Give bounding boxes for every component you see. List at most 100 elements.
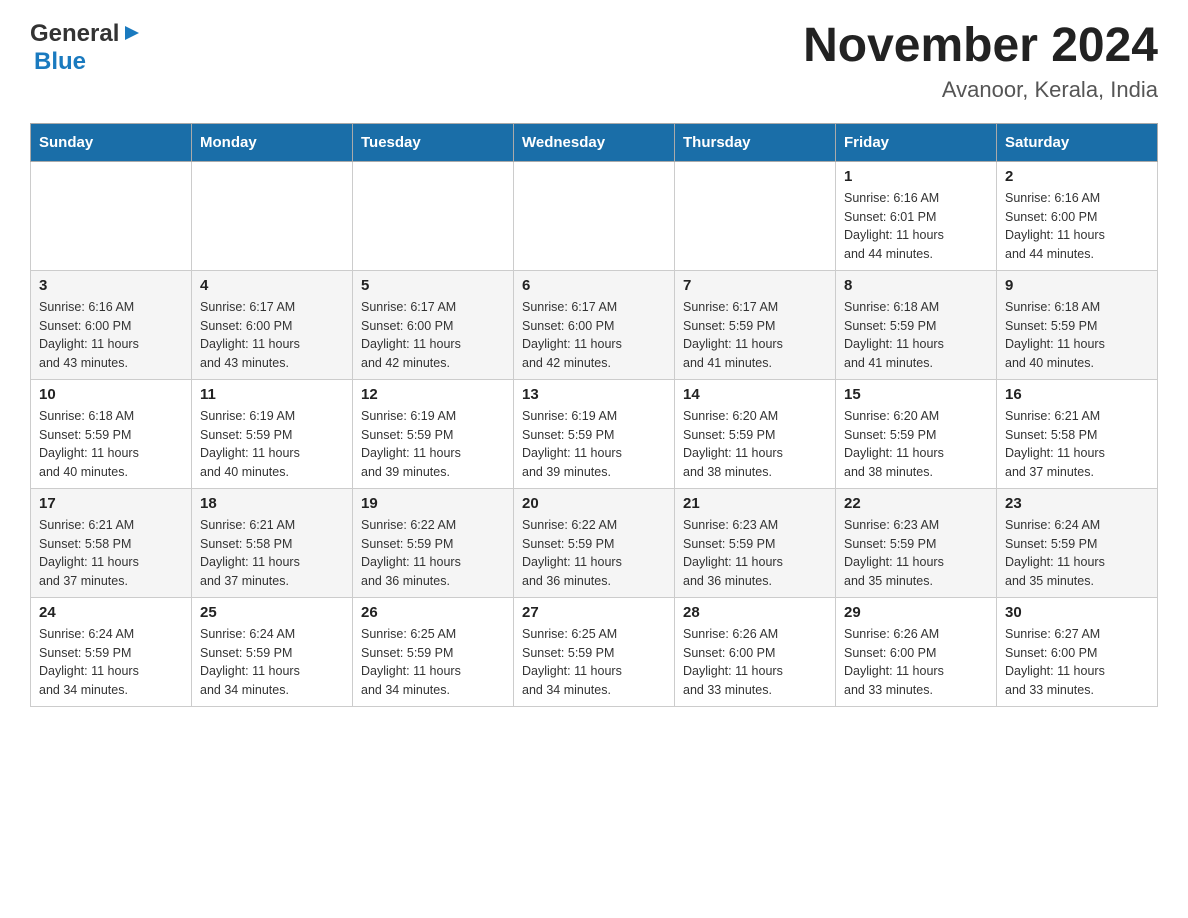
day-info: Sunrise: 6:16 AMSunset: 6:00 PMDaylight:… — [1005, 189, 1149, 264]
calendar-cell — [192, 161, 353, 270]
calendar-header-monday: Monday — [192, 123, 353, 161]
month-title: November 2024 — [803, 20, 1158, 73]
calendar-cell: 1 Sunrise: 6:16 AMSunset: 6:01 PMDaylight… — [836, 161, 997, 270]
calendar-cell: 13 Sunrise: 6:19 AMSunset: 5:59 PMDayligh… — [514, 379, 675, 488]
calendar-cell: 14 Sunrise: 6:20 AMSunset: 5:59 PMDayligh… — [675, 379, 836, 488]
day-info: Sunrise: 6:26 AMSunset: 6:00 PMDaylight:… — [844, 625, 988, 700]
day-info: Sunrise: 6:24 AMSunset: 5:59 PMDaylight:… — [200, 625, 344, 700]
calendar-cell: 26Sunrise: 6:25 AMSunset: 5:59 PMDayligh… — [353, 597, 514, 706]
page-header: General Blue November 2024 Avanoor, Kera… — [30, 20, 1158, 103]
calendar-cell: 12 Sunrise: 6:19 AMSunset: 5:59 PMDayligh… — [353, 379, 514, 488]
day-info: Sunrise: 6:19 AMSunset: 5:59 PMDaylight:… — [522, 407, 666, 482]
calendar-cell: 15 Sunrise: 6:20 AMSunset: 5:59 PMDayligh… — [836, 379, 997, 488]
day-number: 28 — [683, 604, 827, 621]
day-info: Sunrise: 6:20 AMSunset: 5:59 PMDaylight:… — [683, 407, 827, 482]
calendar-cell: 22 Sunrise: 6:23 AMSunset: 5:59 PMDayligh… — [836, 488, 997, 597]
day-number: 5 — [361, 277, 505, 294]
calendar-cell: 10Sunrise: 6:18 AMSunset: 5:59 PMDayligh… — [31, 379, 192, 488]
day-info: Sunrise: 6:18 AMSunset: 5:59 PMDaylight:… — [844, 298, 988, 373]
day-number: 15 — [844, 386, 988, 403]
calendar-cell: 16 Sunrise: 6:21 AMSunset: 5:58 PMDayligh… — [997, 379, 1158, 488]
title-section: November 2024 Avanoor, Kerala, India — [803, 20, 1158, 103]
calendar-cell: 7Sunrise: 6:17 AMSunset: 5:59 PMDaylight… — [675, 270, 836, 379]
day-info: Sunrise: 6:25 AMSunset: 5:59 PMDaylight:… — [522, 625, 666, 700]
calendar-cell: 29 Sunrise: 6:26 AMSunset: 6:00 PMDayligh… — [836, 597, 997, 706]
calendar-cell: 8 Sunrise: 6:18 AMSunset: 5:59 PMDaylight… — [836, 270, 997, 379]
calendar-cell: 19Sunrise: 6:22 AMSunset: 5:59 PMDayligh… — [353, 488, 514, 597]
day-info: Sunrise: 6:21 AMSunset: 5:58 PMDaylight:… — [1005, 407, 1149, 482]
day-number: 17 — [39, 495, 183, 512]
day-number: 2 — [1005, 168, 1149, 185]
day-number: 24 — [39, 604, 183, 621]
day-info: Sunrise: 6:16 AMSunset: 6:00 PMDaylight:… — [39, 298, 183, 373]
calendar-cell: 2 Sunrise: 6:16 AMSunset: 6:00 PMDaylight… — [997, 161, 1158, 270]
day-info: Sunrise: 6:20 AMSunset: 5:59 PMDaylight:… — [844, 407, 988, 482]
day-number: 13 — [522, 386, 666, 403]
day-info: Sunrise: 6:18 AMSunset: 5:59 PMDaylight:… — [39, 407, 183, 482]
calendar-cell: 3 Sunrise: 6:16 AMSunset: 6:00 PMDaylight… — [31, 270, 192, 379]
day-number: 29 — [844, 604, 988, 621]
day-info: Sunrise: 6:21 AMSunset: 5:58 PMDaylight:… — [200, 516, 344, 591]
calendar-week-3: 10Sunrise: 6:18 AMSunset: 5:59 PMDayligh… — [31, 379, 1158, 488]
day-number: 8 — [844, 277, 988, 294]
calendar-cell: 28 Sunrise: 6:26 AMSunset: 6:00 PMDayligh… — [675, 597, 836, 706]
calendar-cell: 25 Sunrise: 6:24 AMSunset: 5:59 PMDayligh… — [192, 597, 353, 706]
day-number: 16 — [1005, 386, 1149, 403]
calendar-header-saturday: Saturday — [997, 123, 1158, 161]
calendar-cell: 9Sunrise: 6:18 AMSunset: 5:59 PMDaylight… — [997, 270, 1158, 379]
day-number: 14 — [683, 386, 827, 403]
day-number: 11 — [200, 386, 344, 403]
day-info: Sunrise: 6:22 AMSunset: 5:59 PMDaylight:… — [522, 516, 666, 591]
day-number: 19 — [361, 495, 505, 512]
day-number: 6 — [522, 277, 666, 294]
day-number: 21 — [683, 495, 827, 512]
day-number: 20 — [522, 495, 666, 512]
calendar-cell — [675, 161, 836, 270]
day-number: 27 — [522, 604, 666, 621]
calendar-cell: 23 Sunrise: 6:24 AMSunset: 5:59 PMDayligh… — [997, 488, 1158, 597]
day-number: 26 — [361, 604, 505, 621]
calendar-cell: 6 Sunrise: 6:17 AMSunset: 6:00 PMDaylight… — [514, 270, 675, 379]
day-number: 1 — [844, 168, 988, 185]
day-number: 22 — [844, 495, 988, 512]
calendar-cell — [353, 161, 514, 270]
day-info: Sunrise: 6:17 AMSunset: 6:00 PMDaylight:… — [361, 298, 505, 373]
calendar-cell — [514, 161, 675, 270]
calendar-cell: 11 Sunrise: 6:19 AMSunset: 5:59 PMDayligh… — [192, 379, 353, 488]
location-subtitle: Avanoor, Kerala, India — [803, 77, 1158, 103]
day-info: Sunrise: 6:17 AMSunset: 6:00 PMDaylight:… — [200, 298, 344, 373]
day-info: Sunrise: 6:27 AMSunset: 6:00 PMDaylight:… — [1005, 625, 1149, 700]
day-info: Sunrise: 6:23 AMSunset: 5:59 PMDaylight:… — [844, 516, 988, 591]
logo-general-text: General — [30, 20, 119, 48]
day-info: Sunrise: 6:19 AMSunset: 5:59 PMDaylight:… — [200, 407, 344, 482]
calendar-week-5: 24 Sunrise: 6:24 AMSunset: 5:59 PMDayligh… — [31, 597, 1158, 706]
calendar-table: SundayMondayTuesdayWednesdayThursdayFrid… — [30, 123, 1158, 707]
day-info: Sunrise: 6:16 AMSunset: 6:01 PMDaylight:… — [844, 189, 988, 264]
calendar-cell: 20 Sunrise: 6:22 AMSunset: 5:59 PMDayligh… — [514, 488, 675, 597]
calendar-header-tuesday: Tuesday — [353, 123, 514, 161]
day-info: Sunrise: 6:19 AMSunset: 5:59 PMDaylight:… — [361, 407, 505, 482]
day-number: 12 — [361, 386, 505, 403]
calendar-cell: 27 Sunrise: 6:25 AMSunset: 5:59 PMDayligh… — [514, 597, 675, 706]
day-info: Sunrise: 6:17 AMSunset: 6:00 PMDaylight:… — [522, 298, 666, 373]
calendar-cell: 18Sunrise: 6:21 AMSunset: 5:58 PMDayligh… — [192, 488, 353, 597]
calendar-header-wednesday: Wednesday — [514, 123, 675, 161]
day-number: 3 — [39, 277, 183, 294]
day-number: 23 — [1005, 495, 1149, 512]
calendar-cell — [31, 161, 192, 270]
logo-triangle-icon — [121, 24, 139, 47]
calendar-cell: 17 Sunrise: 6:21 AMSunset: 5:58 PMDayligh… — [31, 488, 192, 597]
calendar-header-sunday: Sunday — [31, 123, 192, 161]
day-info: Sunrise: 6:24 AMSunset: 5:59 PMDaylight:… — [1005, 516, 1149, 591]
day-info: Sunrise: 6:26 AMSunset: 6:00 PMDaylight:… — [683, 625, 827, 700]
calendar-header-row: SundayMondayTuesdayWednesdayThursdayFrid… — [31, 123, 1158, 161]
day-number: 25 — [200, 604, 344, 621]
logo: General Blue — [30, 20, 139, 76]
calendar-week-4: 17 Sunrise: 6:21 AMSunset: 5:58 PMDayligh… — [31, 488, 1158, 597]
calendar-cell: 24Sunrise: 6:24 AMSunset: 5:59 PMDayligh… — [31, 597, 192, 706]
day-number: 30 — [1005, 604, 1149, 621]
day-info: Sunrise: 6:17 AMSunset: 5:59 PMDaylight:… — [683, 298, 827, 373]
calendar-cell: 4Sunrise: 6:17 AMSunset: 6:00 PMDaylight… — [192, 270, 353, 379]
logo-blue-text: Blue — [34, 48, 86, 75]
day-info: Sunrise: 6:21 AMSunset: 5:58 PMDaylight:… — [39, 516, 183, 591]
